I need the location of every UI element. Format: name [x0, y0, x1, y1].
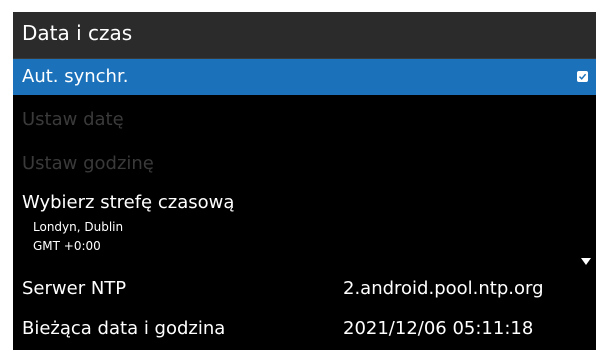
set-time-label: Ustaw godzinę: [22, 153, 154, 174]
date-time-settings-panel: Data i czas Aut. synchr. Ustaw datę Usta…: [13, 12, 596, 350]
time-zone-label: Wybierz strefę czasową: [22, 192, 235, 213]
auto-sync-label: Aut. synchr.: [22, 66, 129, 87]
ntp-server-label: Serwer NTP: [22, 278, 127, 299]
chevron-down-icon: [581, 258, 591, 265]
auto-sync-item[interactable]: Aut. synchr.: [13, 59, 596, 95]
time-zone-offset: GMT +0:00: [33, 239, 101, 253]
auto-sync-checkbox[interactable]: [577, 71, 588, 82]
ntp-server-value: 2.android.pool.ntp.org: [343, 278, 544, 299]
checkbox-checked-icon: [578, 73, 587, 80]
settings-header: Data i czas: [13, 12, 596, 59]
page-title: Data i czas: [22, 21, 133, 45]
time-zone-item[interactable]: Wybierz strefę czasową Londyn, Dublin GM…: [13, 185, 596, 265]
current-datetime-item: Bieżąca data i godzina 2021/12/06 05:11:…: [13, 310, 596, 350]
set-date-item: Ustaw datę: [13, 97, 596, 141]
current-datetime-label: Bieżąca data i godzina: [22, 318, 226, 339]
time-zone-city: Londyn, Dublin: [33, 220, 124, 234]
set-time-item: Ustaw godzinę: [13, 141, 596, 185]
current-datetime-value: 2021/12/06 05:11:18: [343, 318, 534, 339]
ntp-server-item[interactable]: Serwer NTP 2.android.pool.ntp.org: [13, 270, 596, 310]
set-date-label: Ustaw datę: [22, 109, 124, 130]
